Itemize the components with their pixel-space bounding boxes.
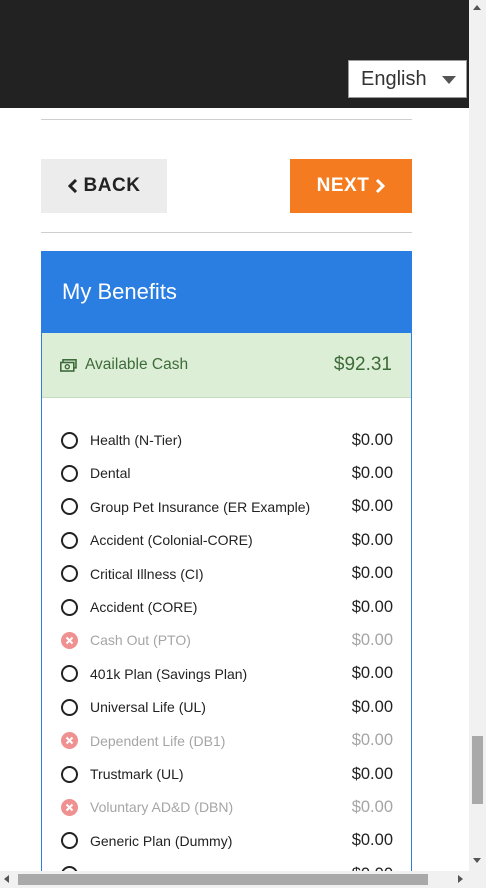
benefit-name: Health (N-Tier) xyxy=(90,432,183,448)
caret-down-icon xyxy=(442,76,456,84)
benefit-price: $0.00 xyxy=(351,497,393,516)
benefit-name: Accident (CORE) xyxy=(90,599,198,615)
vertical-scroll-thumb[interactable] xyxy=(472,736,483,804)
benefit-name: Critical Illness (CI) xyxy=(90,565,204,582)
benefit-price: $0.00 xyxy=(351,564,393,583)
benefit-row: Cash Out (PTO) $0.00 xyxy=(61,625,393,655)
benefit-radio[interactable] xyxy=(61,765,78,783)
benefit-name: Cash Out (PTO) xyxy=(90,632,191,649)
benefit-name: Dental xyxy=(90,465,131,482)
benefits-panel: My Benefits Available Cash $92.31 Health… xyxy=(41,251,412,888)
benefit-name: Dependent Life (DB1) xyxy=(90,732,226,749)
benefits-panel-title: My Benefits xyxy=(41,251,412,333)
benefit-price: $0.00 xyxy=(351,430,393,449)
back-button[interactable]: BACK xyxy=(41,159,167,213)
horizontal-scroll-thumb[interactable] xyxy=(18,874,428,885)
scroll-up-arrow-icon[interactable] xyxy=(473,5,481,10)
benefit-name: Trustmark (UL) xyxy=(90,766,184,782)
benefit-radio[interactable] xyxy=(61,698,78,716)
benefit-price: $0.00 xyxy=(351,630,393,649)
benefit-price: $0.00 xyxy=(351,764,393,783)
benefit-radio[interactable] xyxy=(61,665,78,683)
benefit-radio[interactable] xyxy=(61,565,78,583)
benefit-name: Voluntary AD&D (DBN) xyxy=(90,799,234,816)
divider xyxy=(41,232,412,233)
scroll-right-arrow-icon[interactable] xyxy=(458,875,463,883)
benefit-name: Accident (Colonial-CORE) xyxy=(90,532,253,549)
back-button-label: BACK xyxy=(83,175,141,196)
language-select[interactable]: English xyxy=(348,60,467,98)
chevron-left-icon xyxy=(67,179,77,193)
benefit-row[interactable]: Accident (CORE) $0.00 xyxy=(61,592,393,622)
benefit-price: $0.00 xyxy=(351,731,393,750)
benefit-row[interactable]: Dental $0.00 xyxy=(61,458,393,488)
benefit-radio[interactable] xyxy=(61,431,78,449)
unavailable-x-icon xyxy=(61,798,78,816)
benefit-price: $0.00 xyxy=(351,530,393,549)
next-button-label: NEXT xyxy=(316,175,370,196)
benefit-row[interactable]: 401k Plan (Savings Plan) $0.00 xyxy=(61,659,393,689)
benefit-name: Universal Life (UL) xyxy=(90,699,206,716)
horizontal-scrollbar[interactable] xyxy=(0,871,486,888)
scroll-down-arrow-icon[interactable] xyxy=(473,858,481,863)
benefit-row[interactable]: Generic Plan (Dummy) $0.00 xyxy=(61,826,393,856)
benefit-name: 401k Plan (Savings Plan) xyxy=(90,665,248,682)
language-select-value: English xyxy=(361,67,427,90)
benefit-radio[interactable] xyxy=(61,598,78,616)
benefit-row: Voluntary AD&D (DBN) $0.00 xyxy=(61,792,393,822)
benefit-price: $0.00 xyxy=(351,463,393,482)
benefit-price: $0.00 xyxy=(351,831,393,850)
available-cash-label: Available Cash xyxy=(85,356,189,373)
scroll-left-arrow-icon[interactable] xyxy=(4,875,9,883)
unavailable-x-icon xyxy=(61,732,78,750)
next-button[interactable]: NEXT xyxy=(290,159,412,213)
available-cash-row: Available Cash $92.31 xyxy=(42,333,411,398)
benefit-price: $0.00 xyxy=(351,597,393,616)
vertical-scrollbar[interactable] xyxy=(469,0,486,871)
benefit-row[interactable]: Universal Life (UL) $0.00 xyxy=(61,692,393,722)
benefit-row[interactable]: Accident (Colonial-CORE) $0.00 xyxy=(61,525,393,555)
benefit-price: $0.00 xyxy=(351,697,393,716)
chevron-right-icon xyxy=(376,179,386,193)
unavailable-x-icon xyxy=(61,631,78,649)
benefit-row[interactable]: Critical Illness (CI) $0.00 xyxy=(61,559,393,589)
divider xyxy=(41,119,412,120)
benefit-radio[interactable] xyxy=(61,832,78,850)
available-cash-amount: $92.31 xyxy=(333,354,392,375)
benefit-price: $0.00 xyxy=(351,797,393,816)
benefit-radio[interactable] xyxy=(61,464,78,482)
money-icon xyxy=(60,358,77,372)
benefit-row[interactable]: Group Pet Insurance (ER Example) $0.00 xyxy=(61,492,393,522)
benefit-name: Generic Plan (Dummy) xyxy=(90,832,233,849)
benefit-radio[interactable] xyxy=(61,531,78,549)
benefit-radio[interactable] xyxy=(61,498,78,516)
benefit-price: $0.00 xyxy=(351,664,393,683)
benefit-row[interactable]: Health (N-Tier) $0.00 xyxy=(61,425,393,455)
benefit-row: Dependent Life (DB1) $0.00 xyxy=(61,726,393,756)
benefit-name: Group Pet Insurance (ER Example) xyxy=(90,498,311,515)
benefit-row[interactable]: Trustmark (UL) $0.00 xyxy=(61,759,393,789)
